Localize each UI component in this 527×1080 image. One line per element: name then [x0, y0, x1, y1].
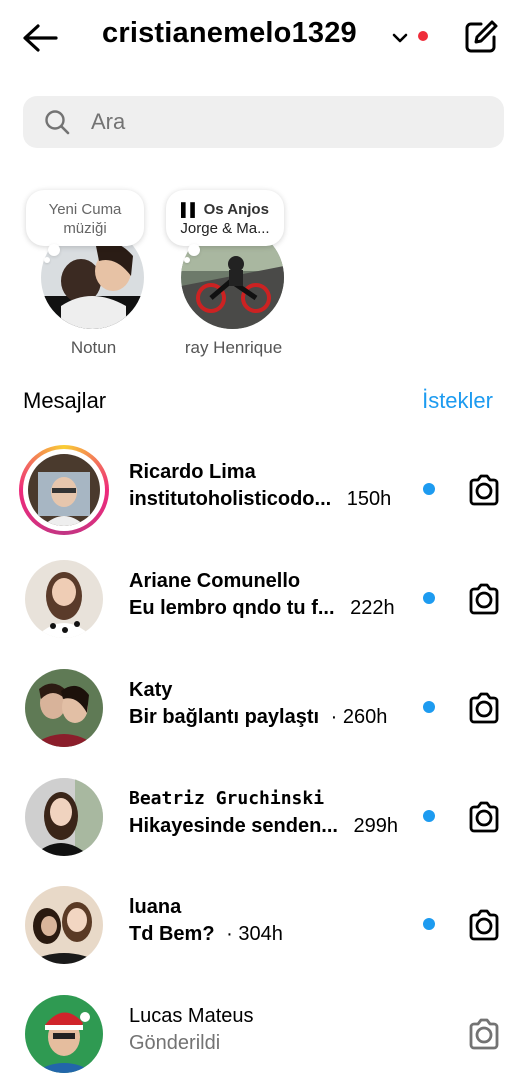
camera-icon[interactable] [465, 906, 503, 944]
contact-name: Beatriz Gruchinski [129, 788, 325, 809]
unread-dot [423, 810, 435, 822]
camera-icon[interactable] [465, 798, 503, 836]
unread-dot [423, 918, 435, 930]
message-preview: institutoholisticodo... 150h [129, 488, 391, 511]
contact-name: Lucas Mateus [129, 1005, 254, 1027]
note-bubble: Yeni Cuma müziği [26, 190, 144, 263]
message-preview: Td Bem? · 304h [129, 923, 283, 946]
camera-icon[interactable] [465, 689, 503, 727]
requests-link[interactable]: İstekler [422, 388, 493, 414]
unread-dot [423, 592, 435, 604]
contact-name: Ariane Comunello [129, 570, 301, 592]
preview-text: Eu lembro qndo tu f... [129, 597, 335, 619]
message-preview: Hikayesinde senden... 299h [129, 815, 398, 838]
preview-text: Td Bem? [129, 923, 215, 945]
avatar [25, 778, 103, 856]
music-note-line: ▌▌ Os Anjos [166, 200, 284, 219]
time-ago: 299h [353, 815, 399, 837]
conversation-row[interactable]: luana Td Bem? · 304h [0, 878, 527, 978]
note-text-line1: Yeni Cuma [48, 201, 122, 218]
back-arrow-icon[interactable] [20, 20, 60, 56]
note-song-artist: Jorge & Ma... [180, 220, 270, 237]
camera-icon[interactable] [465, 471, 503, 509]
contact-name: Katy [129, 679, 173, 701]
search-icon [45, 110, 70, 135]
notes-row: Yeni Cuma müziği Notun ▌▌ Os Anjos Jorge… [0, 186, 527, 366]
preview-text: Gönderildi [129, 1032, 221, 1054]
search-placeholder: Ara [91, 109, 126, 134]
messages-header: Mesajlar İstekler [23, 386, 493, 416]
compose-icon[interactable] [462, 18, 500, 56]
time-ago: 222h [350, 597, 395, 619]
avatar [25, 560, 103, 638]
unread-dot [423, 483, 435, 495]
message-preview: Eu lembro qndo tu f... 222h [129, 597, 395, 620]
conversation-row[interactable]: Ariane Comunello Eu lembro qndo tu f... … [0, 552, 527, 652]
messages-title: Mesajlar [23, 388, 107, 413]
time-ago: · 304h [226, 923, 283, 945]
avatar [25, 669, 103, 747]
conversation-row[interactable]: Beatriz Gruchinski Hikayesinde senden...… [0, 770, 527, 870]
note-owner-name: ray Henrique [184, 338, 283, 357]
contact-name: Ricardo Lima [129, 461, 256, 483]
top-bar: cristianemelo1329 [0, 0, 527, 76]
note-text-line2: müziği [63, 220, 107, 237]
chevron-down-icon[interactable] [390, 28, 410, 48]
camera-icon[interactable] [465, 1015, 503, 1053]
avatar [25, 995, 103, 1073]
account-username[interactable]: cristianemelo1329 [102, 17, 357, 50]
note-song-title: Os Anjos [203, 201, 269, 218]
unread-dot [423, 701, 435, 713]
notification-dot [418, 31, 428, 41]
note-bubble: ▌▌ Os Anjos Jorge & Ma... [166, 190, 284, 263]
conversation-row[interactable]: Katy Bir bağlantı paylaştı · 260h [0, 661, 527, 761]
music-bars-icon: ▌▌ [181, 202, 200, 217]
search-bar[interactable]: Ara [23, 96, 504, 148]
conversation-row[interactable]: Ricardo Lima institutoholisticodo... 150… [0, 443, 527, 543]
message-preview: Gönderildi [129, 1032, 220, 1055]
preview-text: Hikayesinde senden... [129, 815, 338, 837]
camera-icon[interactable] [465, 580, 503, 618]
time-ago: · 260h [330, 706, 388, 728]
preview-text: Bir bağlantı paylaştı [129, 706, 320, 728]
conversation-row[interactable]: Lucas Mateus Gönderildi [0, 987, 527, 1080]
time-ago: 150h [346, 488, 392, 510]
message-preview: Bir bağlantı paylaştı · 260h [129, 706, 387, 729]
avatar [25, 886, 103, 964]
preview-text: institutoholisticodo... [129, 488, 332, 510]
avatar [28, 454, 100, 526]
contact-name: luana [129, 896, 182, 918]
